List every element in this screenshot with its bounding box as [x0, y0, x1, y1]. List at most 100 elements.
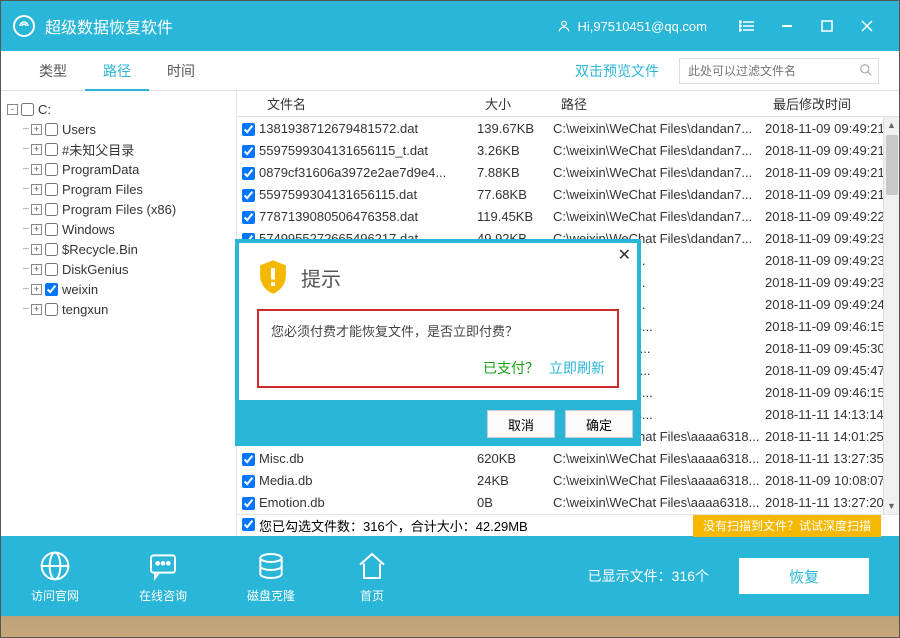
- row-checkbox[interactable]: [242, 145, 255, 158]
- expand-icon[interactable]: +: [31, 304, 42, 315]
- table-row[interactable]: 5597599304131656115.dat77.68KBC:\weixin\…: [237, 183, 899, 205]
- tree-checkbox[interactable]: [45, 143, 58, 156]
- home-icon: [355, 549, 389, 583]
- tree-checkbox[interactable]: [45, 163, 58, 176]
- tree-node[interactable]: ┈+ProgramData: [5, 159, 232, 179]
- tree-label: Program Files (x86): [62, 202, 176, 217]
- menu-button[interactable]: [727, 11, 767, 41]
- tree-checkbox[interactable]: [45, 223, 58, 236]
- maximize-button[interactable]: [807, 11, 847, 41]
- row-checkbox[interactable]: [242, 475, 255, 488]
- search-icon[interactable]: [859, 63, 873, 82]
- expand-icon[interactable]: +: [31, 244, 42, 255]
- expand-icon[interactable]: +: [31, 184, 42, 195]
- tree-checkbox[interactable]: [45, 123, 58, 136]
- cell-size: 7.88KB: [477, 165, 553, 180]
- tab-type[interactable]: 类型: [21, 51, 85, 91]
- cell-size: 24KB: [477, 473, 553, 488]
- consult-button[interactable]: 在线咨询: [139, 549, 187, 604]
- refresh-link[interactable]: 立即刷新: [549, 360, 605, 376]
- tree-node[interactable]: ┈+Program Files: [5, 179, 232, 199]
- expand-icon[interactable]: +: [31, 264, 42, 275]
- cell-name: 5597599304131656115_t.dat: [259, 143, 477, 158]
- cell-date: 2018-11-11 13:27:20: [765, 495, 895, 510]
- cell-name: 0879cf31606a3972e2ae7d9e4...: [259, 165, 477, 180]
- select-all-checkbox[interactable]: [242, 518, 255, 531]
- tab-path[interactable]: 路径: [85, 51, 149, 91]
- tree-checkbox[interactable]: [45, 283, 58, 296]
- minimize-button[interactable]: [767, 11, 807, 41]
- table-row[interactable]: 5597599304131656115_t.dat3.26KBC:\weixin…: [237, 139, 899, 161]
- tree-node[interactable]: -C:: [5, 99, 232, 119]
- expand-icon[interactable]: +: [31, 224, 42, 235]
- home-button[interactable]: 首页: [355, 549, 389, 604]
- tree-node[interactable]: ┈+Users: [5, 119, 232, 139]
- user-info[interactable]: Hi,97510451@qq.com: [557, 19, 707, 34]
- paid-link[interactable]: 已支付？: [483, 360, 539, 376]
- cancel-button[interactable]: 取消: [487, 410, 555, 438]
- deep-scan-badge[interactable]: 没有扫描到文件？试试深度扫描: [693, 515, 881, 537]
- tree-node[interactable]: ┈+DiskGenius: [5, 259, 232, 279]
- table-row[interactable]: Misc.db620KBC:\weixin\WeChat Files\aaaa6…: [237, 447, 899, 469]
- expand-icon[interactable]: +: [31, 144, 42, 155]
- scroll-thumb[interactable]: [886, 135, 898, 195]
- window-controls: [727, 11, 887, 41]
- col-path[interactable]: 路径: [553, 94, 765, 113]
- expand-icon[interactable]: +: [31, 164, 42, 175]
- tree-node[interactable]: ┈+$Recycle.Bin: [5, 239, 232, 259]
- tree-node[interactable]: ┈+tengxun: [5, 299, 232, 319]
- table-row[interactable]: 0879cf31606a3972e2ae7d9e4...7.88KBC:\wei…: [237, 161, 899, 183]
- cell-path: C:\weixin\WeChat Files\aaaa6318...: [553, 473, 765, 488]
- tree-node[interactable]: ┈+weixin: [5, 279, 232, 299]
- tree-checkbox[interactable]: [45, 263, 58, 276]
- search-input[interactable]: [679, 58, 879, 84]
- tree-checkbox[interactable]: [45, 303, 58, 316]
- scroll-down-icon[interactable]: ▼: [884, 498, 899, 514]
- expand-icon[interactable]: +: [31, 204, 42, 215]
- tree-label: DiskGenius: [62, 262, 128, 277]
- dialog-close-icon[interactable]: ✕: [618, 245, 631, 265]
- cell-path: C:\weixin\WeChat Files\dandan7...: [553, 143, 765, 158]
- tree-node[interactable]: ┈+Program Files (x86): [5, 199, 232, 219]
- bottombar: 访问官网 在线咨询 磁盘克隆 首页 已显示文件：316个 恢复: [1, 536, 899, 616]
- row-checkbox[interactable]: [242, 453, 255, 466]
- row-checkbox[interactable]: [242, 497, 255, 510]
- tab-time[interactable]: 时间: [149, 51, 213, 91]
- table-row[interactable]: Media.db24KBC:\weixin\WeChat Files\aaaa6…: [237, 469, 899, 491]
- expand-icon[interactable]: +: [31, 124, 42, 135]
- col-size[interactable]: 大小: [477, 94, 553, 113]
- tree-checkbox[interactable]: [21, 103, 34, 116]
- expand-icon[interactable]: -: [7, 104, 18, 115]
- clone-button[interactable]: 磁盘克隆: [247, 549, 295, 604]
- tree-checkbox[interactable]: [45, 203, 58, 216]
- col-date[interactable]: 最后修改时间: [765, 94, 895, 113]
- tree-node[interactable]: ┈+Windows: [5, 219, 232, 239]
- expand-icon[interactable]: +: [31, 284, 42, 295]
- tree-node[interactable]: ┈+#未知父目录: [5, 139, 232, 159]
- cell-path: C:\weixin\WeChat Files\dandan7...: [553, 209, 765, 224]
- table-row[interactable]: Emotion.db0BC:\weixin\WeChat Files\aaaa6…: [237, 491, 899, 513]
- row-checkbox[interactable]: [242, 167, 255, 180]
- table-row[interactable]: 1381938712679481572.dat139.67KBC:\weixin…: [237, 117, 899, 139]
- file-count: 已显示文件：316个: [588, 566, 709, 586]
- status-row: 您已勾选文件数：316个，合计大小：42.29MB 没有扫描到文件？试试深度扫描: [237, 514, 899, 536]
- recover-button[interactable]: 恢复: [739, 558, 869, 594]
- row-checkbox[interactable]: [242, 211, 255, 224]
- cell-date: 2018-11-09 09:49:21: [765, 121, 895, 136]
- row-checkbox[interactable]: [242, 189, 255, 202]
- cell-name: Misc.db: [259, 451, 477, 466]
- tabbar: 类型 路径 时间 双击预览文件: [1, 51, 899, 91]
- cell-size: 3.26KB: [477, 143, 553, 158]
- col-name[interactable]: 文件名: [259, 94, 477, 113]
- row-checkbox[interactable]: [242, 123, 255, 136]
- tree-checkbox[interactable]: [45, 243, 58, 256]
- scrollbar[interactable]: ▲ ▼: [883, 117, 899, 514]
- table-row[interactable]: 7787139080506476358.dat119.45KBC:\weixin…: [237, 205, 899, 227]
- cell-date: 2018-11-09 09:49:22: [765, 209, 895, 224]
- close-button[interactable]: [847, 11, 887, 41]
- tree-checkbox[interactable]: [45, 183, 58, 196]
- preview-link[interactable]: 双击预览文件: [575, 61, 659, 81]
- ok-button[interactable]: 确定: [565, 410, 633, 438]
- website-button[interactable]: 访问官网: [31, 549, 79, 604]
- scroll-up-icon[interactable]: ▲: [884, 117, 899, 133]
